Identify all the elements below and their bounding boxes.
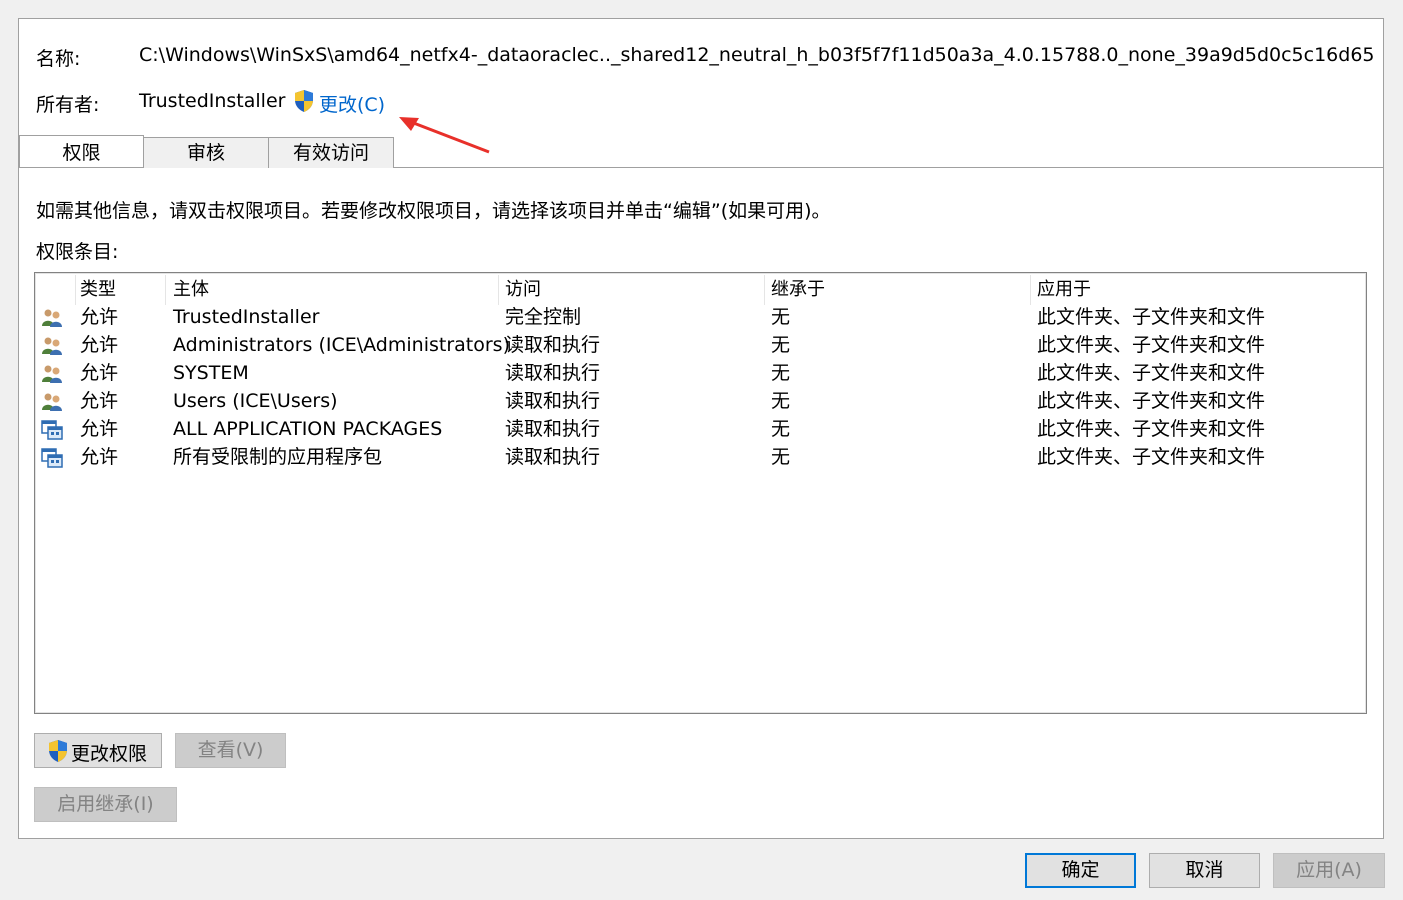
table-row[interactable]: 允许 ALL APPLICATION PACKAGES 读取和执行 无 此文件夹… [35,415,1366,443]
cell-type: 允许 [80,390,119,412]
owner-label: 所有者: [36,94,100,116]
cell-principal: 所有受限制的应用程序包 [173,446,383,468]
table-row[interactable]: 允许 Users (ICE\Users) 读取和执行 无 此文件夹、子文件夹和文… [35,387,1366,415]
table-row[interactable]: 允许 SYSTEM 读取和执行 无 此文件夹、子文件夹和文件 [35,359,1366,387]
cell-type: 允许 [80,306,119,328]
column-header-applies-to[interactable]: 应用于 [1037,275,1091,305]
cell-access: 读取和执行 [505,446,601,468]
cell-applies-to: 此文件夹、子文件夹和文件 [1037,418,1266,440]
column-header-access[interactable]: 访问 [505,275,541,305]
cell-type: 允许 [80,418,119,440]
change-permissions-button[interactable]: 更改权限 [34,733,162,768]
column-header-principal[interactable]: 主体 [173,275,209,305]
cell-principal: SYSTEM [173,362,249,384]
cancel-button[interactable]: 取消 [1149,853,1260,888]
cell-inherited-from: 无 [771,306,791,328]
cell-inherited-from: 无 [771,390,791,412]
apply-button[interactable]: 应用(A) [1273,853,1385,888]
app-package-icon [41,448,63,468]
cell-access: 读取和执行 [505,418,601,440]
cell-applies-to: 此文件夹、子文件夹和文件 [1037,362,1266,384]
cell-principal: Users (ICE\Users) [173,390,338,412]
users-group-icon [42,393,62,411]
cell-type: 允许 [80,362,119,384]
owner-value: TrustedInstaller [139,90,286,112]
tab-auditing[interactable]: 审核 [143,137,269,168]
cell-inherited-from: 无 [771,446,791,468]
users-group-icon [42,309,62,327]
change-permissions-label: 更改权限 [71,743,148,765]
header-separator [165,275,166,305]
header-separator [1030,275,1031,305]
annotation-arrow-icon [399,117,490,154]
cell-inherited-from: 无 [771,418,791,440]
tab-effective-access[interactable]: 有效访问 [268,137,394,168]
info-text: 如需其他信息，请双击权限项目。若要修改权限项目，请选择该项目并单击“编辑”(如果… [36,200,831,222]
cell-applies-to: 此文件夹、子文件夹和文件 [1037,334,1266,356]
cell-type: 允许 [80,446,119,468]
table-row[interactable]: 允许 Administrators (ICE\Administrators) 读… [35,331,1366,359]
enable-inheritance-button[interactable]: 启用继承(I) [34,787,177,822]
tab-permissions[interactable]: 权限 [19,135,144,167]
permission-entries-label: 权限条目: [36,241,119,263]
dialog-panel: 名称: C:\Windows\WinSxS\amd64_netfx4-_data… [18,18,1384,839]
column-header-type[interactable]: 类型 [80,275,116,305]
cell-applies-to: 此文件夹、子文件夹和文件 [1037,446,1266,468]
users-group-icon [42,365,62,383]
header-separator [75,275,76,305]
users-group-icon [42,337,62,355]
permission-entries-list[interactable]: 类型 主体 访问 继承于 应用于 允许 TrustedInstaller 完全控… [34,272,1367,714]
cell-access: 读取和执行 [505,334,601,356]
table-row[interactable]: 允许 TrustedInstaller 完全控制 无 此文件夹、子文件夹和文件 [35,303,1366,331]
cell-principal: ALL APPLICATION PACKAGES [173,418,443,440]
cell-type: 允许 [80,334,119,356]
header-separator [498,275,499,305]
cell-access: 完全控制 [505,306,582,328]
app-package-icon [41,420,63,440]
column-header-inherited-from[interactable]: 继承于 [771,275,825,305]
header-separator [764,275,765,305]
change-owner-link[interactable]: 更改(C) [319,90,385,117]
uac-shield-icon [49,740,67,762]
cell-applies-to: 此文件夹、子文件夹和文件 [1037,306,1266,328]
name-label: 名称: [36,48,81,70]
cell-access: 读取和执行 [505,390,601,412]
permissions-window: { "header": { "name_label": "名称:", "name… [0,0,1403,900]
table-row[interactable]: 允许 所有受限制的应用程序包 读取和执行 无 此文件夹、子文件夹和文件 [35,443,1366,471]
cell-principal: TrustedInstaller [173,306,320,328]
ok-button[interactable]: 确定 [1025,853,1136,888]
view-button[interactable]: 查看(V) [175,733,286,768]
cell-principal: Administrators (ICE\Administrators) [173,334,510,356]
uac-shield-icon [293,89,315,118]
cell-inherited-from: 无 [771,334,791,356]
cell-access: 读取和执行 [505,362,601,384]
cell-inherited-from: 无 [771,362,791,384]
cell-applies-to: 此文件夹、子文件夹和文件 [1037,390,1266,412]
object-name-value: C:\Windows\WinSxS\amd64_netfx4-_dataorac… [139,44,1375,66]
